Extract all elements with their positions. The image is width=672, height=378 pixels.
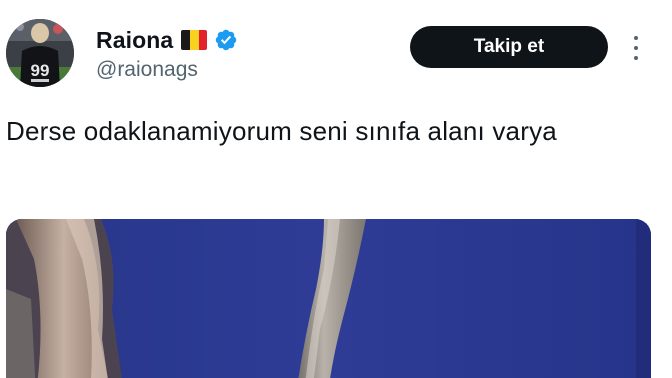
tweet-card: 99 Raiona @raionags Takip et Derse odakl… xyxy=(0,0,672,378)
follow-button[interactable]: Takip et xyxy=(410,26,608,68)
display-name[interactable]: Raiona xyxy=(96,27,173,54)
belgium-flag-icon xyxy=(181,30,208,50)
tweet-text: Derse odaklanamiyorum seni sınıfa alanı … xyxy=(6,116,557,146)
more-options-icon[interactable] xyxy=(626,34,646,62)
dot xyxy=(634,56,638,60)
tweet-media-image[interactable] xyxy=(6,219,651,378)
verified-badge-icon[interactable] xyxy=(214,28,238,52)
flag-stripe-yellow xyxy=(189,30,199,50)
dot xyxy=(634,46,638,50)
dot xyxy=(634,36,638,40)
avatar[interactable]: 99 xyxy=(6,19,74,87)
avatar-jersey-number: 99 xyxy=(31,61,50,80)
author-name-row: Raiona xyxy=(96,26,238,54)
flag-stripe-black xyxy=(181,30,190,50)
flag-stripe-red xyxy=(198,30,208,50)
author-handle[interactable]: @raionags xyxy=(96,58,198,82)
